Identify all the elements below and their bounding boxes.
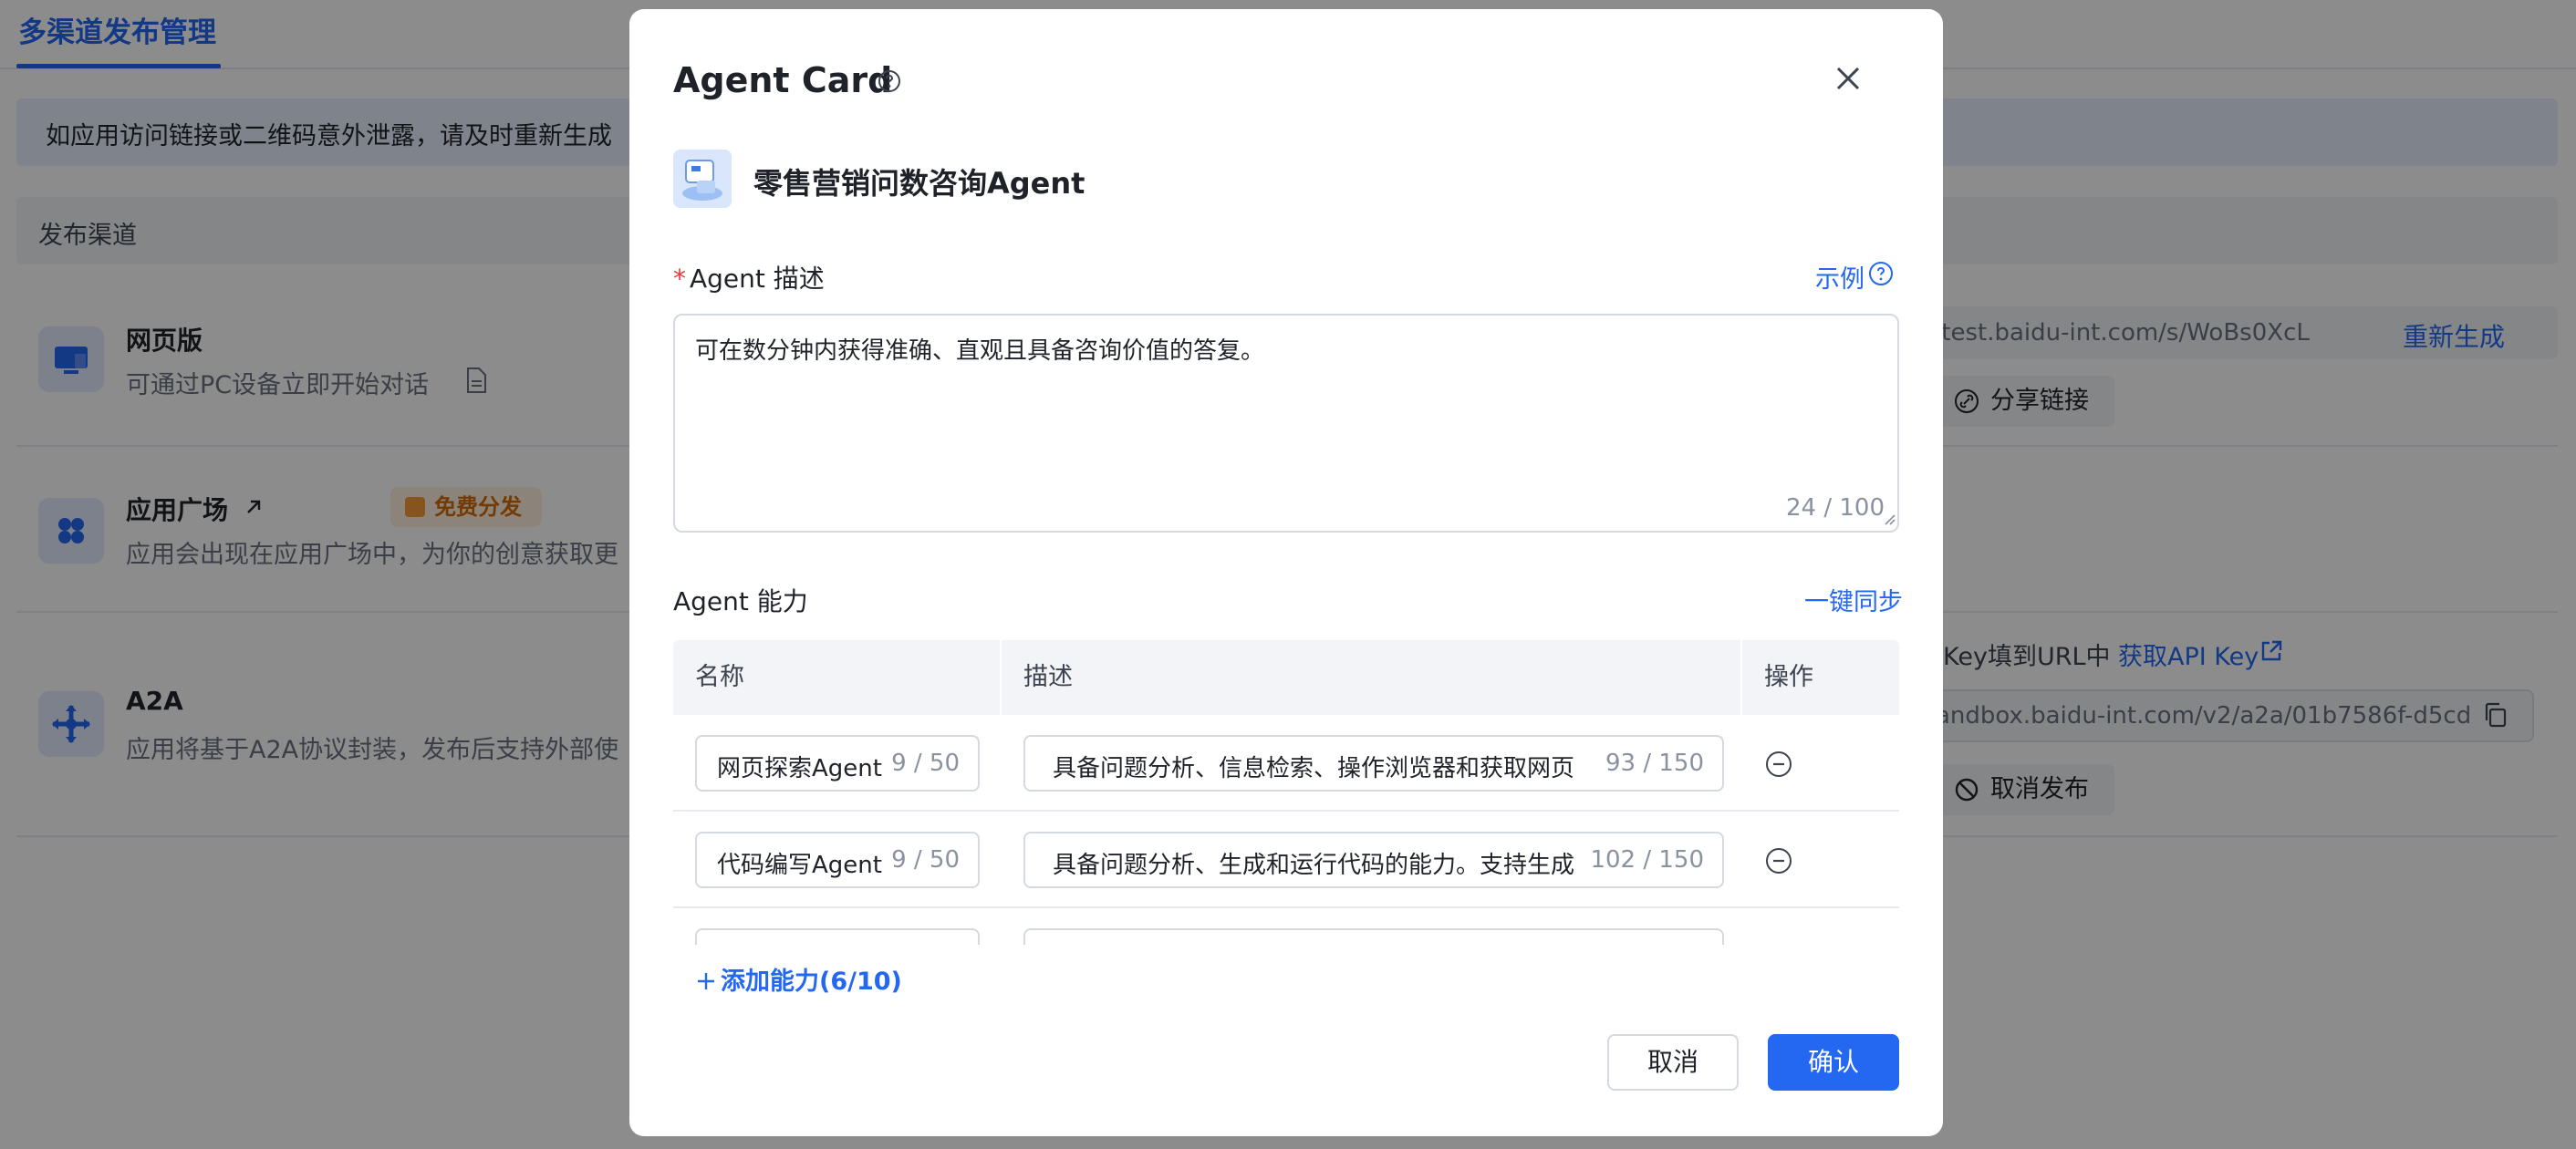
desc-char-count: 102 / 150 <box>1584 846 1704 874</box>
capability-name-input[interactable]: 代码编写Agent 9 / 50 <box>695 832 980 888</box>
capability-name-input[interactable]: 网页探索Agent 9 / 50 <box>695 735 980 792</box>
desc-value: 可在数分钟内获得准确、直观且具备咨询价值的答复。 <box>695 337 1265 365</box>
cancel-button[interactable]: 取消 <box>1607 1034 1739 1091</box>
close-icon[interactable] <box>1830 60 1866 97</box>
table-row: 网页探索Agent 9 / 50 具备问题分析、信息检索、操作浏览器和获取网页 … <box>673 715 1899 812</box>
desc-char-count: 93 / 150 <box>1600 750 1704 777</box>
capability-desc: 具备问题分析、生成和运行代码的能力。支持生成 <box>1053 852 1575 879</box>
name-char-count: 9 / 50 <box>886 750 960 777</box>
remove-circle-icon[interactable] <box>1764 846 1793 879</box>
capability-desc-input[interactable]: 具备问题分析、信息检索、操作浏览器和获取网页 93 / 150 <box>1023 735 1724 792</box>
name-char-count: 9 / 50 <box>886 846 960 874</box>
help-circle-icon[interactable] <box>1868 261 1894 290</box>
capability-desc-input[interactable] <box>1023 928 1724 945</box>
capability-name: 网页探索Agent <box>717 755 882 782</box>
desc-char-count: 24 / 100 <box>1786 494 1885 522</box>
agent-name: 零售营销问数咨询Agent <box>753 166 1085 201</box>
table-header: 名称 描述 操作 <box>673 640 1899 715</box>
column-desc: 描述 <box>1023 663 1073 691</box>
capability-label: Agent 能力 <box>673 586 808 616</box>
remove-circle-icon[interactable] <box>1764 750 1793 782</box>
resize-handle-icon[interactable] <box>1881 511 1896 529</box>
modal-title: Agent Card <box>673 60 893 100</box>
column-divider <box>1740 640 1742 715</box>
agent-avatar <box>673 150 732 208</box>
capability-desc: 具备问题分析、信息检索、操作浏览器和获取网页 <box>1053 755 1575 782</box>
capability-desc-input[interactable]: 具备问题分析、生成和运行代码的能力。支持生成 102 / 150 <box>1023 832 1724 888</box>
help-circle-icon[interactable] <box>878 69 901 97</box>
column-name: 名称 <box>695 663 744 691</box>
example-link[interactable]: 示例 <box>1815 259 1864 295</box>
table-row: 代码编写Agent 9 / 50 具备问题分析、生成和运行代码的能力。支持生成 … <box>673 812 1899 908</box>
capability-table: 名称 描述 操作 网页探索Agent 9 / 50 具备问题分析、信息检索、操作… <box>673 640 1899 945</box>
confirm-button[interactable]: 确认 <box>1768 1034 1899 1091</box>
plus-icon <box>698 973 714 989</box>
capability-name: 代码编写Agent <box>717 852 882 879</box>
add-capability-button[interactable]: 添加能力(6/10) <box>695 961 902 997</box>
required-mark: * <box>673 264 686 294</box>
column-divider <box>1000 640 1002 715</box>
capability-name-input[interactable] <box>695 928 980 945</box>
table-row <box>673 908 1899 945</box>
desc-field-label: * Agent 描述 <box>673 264 825 294</box>
one-click-sync-link[interactable]: 一键同步 <box>1804 582 1903 617</box>
desc-textarea[interactable]: 可在数分钟内获得准确、直观且具备咨询价值的答复。 24 / 100 <box>673 314 1899 533</box>
column-action: 操作 <box>1764 663 1813 691</box>
agent-card-modal: Agent Card 零售营销问数咨询Agent * Agent 描述 示例 可在… <box>629 9 1943 1136</box>
